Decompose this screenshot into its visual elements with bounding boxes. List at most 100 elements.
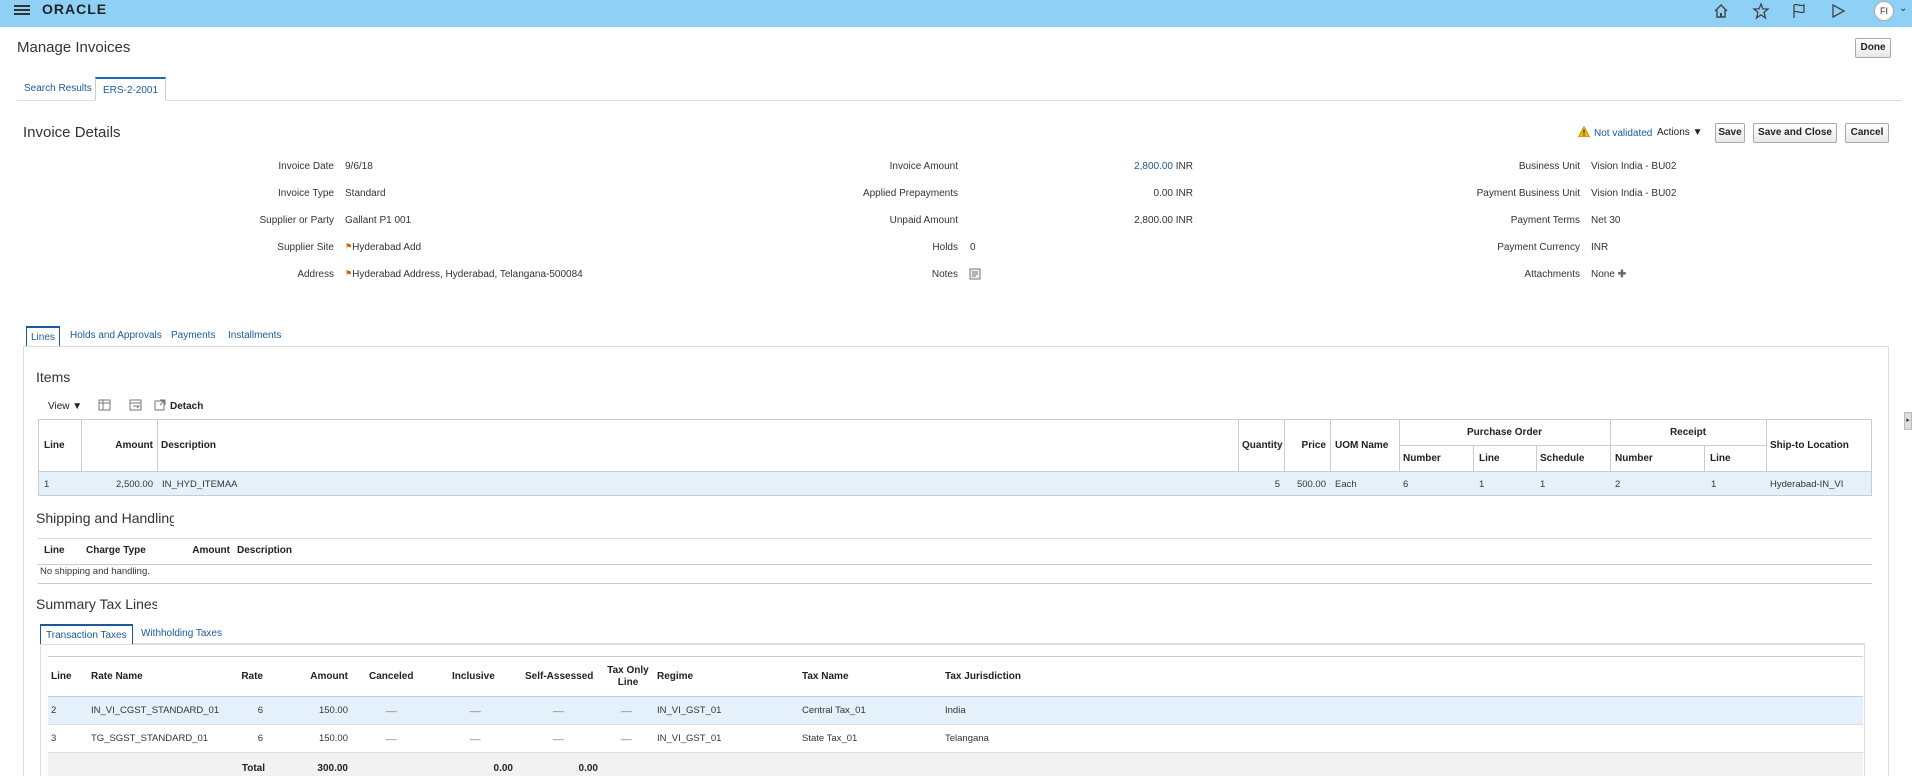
address-value[interactable]: ⚑Hyderabad Address, Hyderabad, Telangana… <box>345 269 583 280</box>
panel-drawer-handle[interactable]: ▸ <box>1904 412 1912 430</box>
caret-down-icon: ▼ <box>1692 127 1703 138</box>
business-unit-label: Business Unit <box>1518 161 1580 172</box>
po-number-link[interactable]: 6 <box>1403 479 1408 490</box>
supplier-site-value[interactable]: ⚑Hyderabad Add <box>345 242 421 253</box>
payment-business-unit-label: Payment Business Unit <box>1476 188 1580 199</box>
tax-col-canceled[interactable]: Canceled <box>369 671 413 682</box>
attachments-label: Attachments <box>1524 269 1580 280</box>
ship-col-charge-type[interactable]: Charge Type <box>86 545 146 556</box>
col-header-quantity[interactable]: Quantity <box>1242 440 1283 451</box>
attachments-value[interactable]: None ✚ <box>1591 269 1626 280</box>
tax-col-amount[interactable]: Amount <box>298 671 348 682</box>
detach-button[interactable]: Detach <box>170 401 203 412</box>
tax-rate-name: TG_SGST_STANDARD_01 <box>91 733 209 744</box>
tax-col-tax-jurisdiction[interactable]: Tax Jurisdiction <box>945 671 1021 682</box>
col-divider <box>157 419 158 471</box>
tax-amount: 150.00 <box>318 733 348 744</box>
payment-business-unit-value[interactable]: Vision India - BU02 <box>1591 188 1676 199</box>
supplier-value[interactable]: Gallant P1 001 <box>345 215 411 226</box>
tax-col-line[interactable]: Line <box>51 671 72 682</box>
tab-transaction-taxes[interactable]: Transaction Taxes <box>40 624 133 644</box>
notifications-icon[interactable] <box>1829 2 1847 20</box>
payment-terms-value[interactable]: Net 30 <box>1591 215 1620 226</box>
col-divider <box>1704 445 1705 471</box>
col-header-po-number[interactable]: Number <box>1403 453 1441 464</box>
tax-only-line: __ <box>621 702 632 713</box>
payment-currency-value[interactable]: INR <box>1591 242 1608 253</box>
col-header-line[interactable]: Line <box>44 440 65 451</box>
payment-terms-label: Payment Terms <box>1510 215 1580 226</box>
item-quantity: 5 <box>1274 479 1280 490</box>
item-po-schedule: 1 <box>1540 479 1546 490</box>
tab-payments[interactable]: Payments <box>167 326 219 346</box>
col-header-receipt-line[interactable]: Line <box>1710 453 1731 464</box>
col-header-amount[interactable]: Amount <box>90 440 153 451</box>
tax-total-inclusive: 0.00 <box>493 763 513 774</box>
tax-title: Summary Tax Lines <box>36 596 157 612</box>
col-header-receipt-number[interactable]: Number <box>1615 453 1653 464</box>
validation-status-link[interactable]: Not validated <box>1594 128 1652 139</box>
ship-col-line[interactable]: Line <box>44 545 65 556</box>
tax-col-tax-name[interactable]: Tax Name <box>802 671 849 682</box>
table-row[interactable] <box>39 472 1871 495</box>
save-and-close-button[interactable]: Save and Close <box>1753 123 1837 143</box>
tax-col-regime[interactable]: Regime <box>657 671 693 682</box>
tax-total-label: Total <box>241 763 265 774</box>
tab-search-results[interactable]: Search Results <box>17 77 99 101</box>
shipping-bottom-rule <box>38 583 1872 584</box>
tax-rate: 6 <box>257 705 263 716</box>
user-avatar[interactable]: FI <box>1874 1 1894 21</box>
col-header-po-line[interactable]: Line <box>1479 453 1500 464</box>
col-divider <box>1238 419 1239 471</box>
col-header-po-schedule[interactable]: Schedule <box>1540 453 1584 464</box>
tax-col-rate[interactable]: Rate <box>223 671 263 682</box>
view-menu[interactable]: View ▼ <box>48 401 82 412</box>
home-icon[interactable] <box>1712 2 1730 20</box>
tab-lines[interactable]: Lines <box>26 326 60 346</box>
tax-canceled: __ <box>386 702 397 713</box>
attachments-text: None <box>1591 269 1615 280</box>
cancel-button[interactable]: Cancel <box>1845 123 1889 143</box>
done-button[interactable]: Done <box>1855 38 1891 58</box>
tax-col-tax-only-line[interactable]: Tax Only Line <box>603 665 653 689</box>
freeze-columns-icon[interactable] <box>98 399 111 411</box>
tab-holds-and-approvals[interactable]: Holds and Approvals <box>66 326 166 346</box>
col-header-description[interactable]: Description <box>161 440 216 451</box>
tax-self-assessed: __ <box>553 730 564 741</box>
save-button[interactable]: Save <box>1715 123 1745 143</box>
notes-icon[interactable] <box>969 268 981 280</box>
ship-col-amount[interactable]: Amount <box>180 545 230 556</box>
actions-menu[interactable]: Actions ▼ <box>1657 127 1702 138</box>
business-unit-value[interactable]: Vision India - BU02 <box>1591 161 1676 172</box>
tax-rate-name: IN_VI_CGST_STANDARD_01 <box>91 705 220 716</box>
favorites-icon[interactable] <box>1752 2 1770 20</box>
col-divider <box>1536 445 1537 471</box>
wrap-icon[interactable] <box>129 399 142 411</box>
tab-withholding-taxes[interactable]: Withholding Taxes <box>137 624 226 644</box>
chevron-down-icon[interactable]: ⌄ <box>1899 3 1907 14</box>
invoice-amount-link[interactable]: 2,800.00 <box>1134 161 1173 172</box>
tax-col-inclusive[interactable]: Inclusive <box>452 671 495 682</box>
watchlist-icon[interactable] <box>1790 2 1808 20</box>
navigator-menu-icon[interactable] <box>14 3 30 17</box>
supplier-site-text: Hyderabad Add <box>352 242 422 253</box>
ship-col-description[interactable]: Description <box>237 545 292 556</box>
tax-col-rate-name[interactable]: Rate Name <box>91 671 143 682</box>
invoice-amount-value[interactable]: 2,800.00 INR <box>1060 161 1193 172</box>
detach-icon[interactable] <box>154 399 166 411</box>
actions-label: Actions <box>1657 127 1690 138</box>
tab-invoice-ers-2-2001[interactable]: ERS-2-2001 <box>95 77 167 101</box>
tax-col-self-assessed[interactable]: Self-Assessed <box>525 671 593 682</box>
col-header-ship-to[interactable]: Ship-to Location <box>1770 440 1849 451</box>
invoice-type-value[interactable]: Standard <box>345 188 386 199</box>
col-group-receipt: Receipt <box>1669 427 1707 438</box>
col-header-uom[interactable]: UOM Name <box>1335 440 1388 451</box>
item-price: 500.00 <box>1296 479 1326 490</box>
tax-name: Central Tax_01 <box>802 705 866 716</box>
receipt-number-link[interactable]: 2 <box>1615 479 1620 490</box>
invoice-date-value[interactable]: 9/6/18 <box>345 161 373 172</box>
add-attachment-icon[interactable]: ✚ <box>1618 269 1626 280</box>
tab-installments[interactable]: Installments <box>224 326 285 346</box>
items-title: Items <box>36 369 71 385</box>
col-header-price[interactable]: Price <box>1288 440 1326 451</box>
